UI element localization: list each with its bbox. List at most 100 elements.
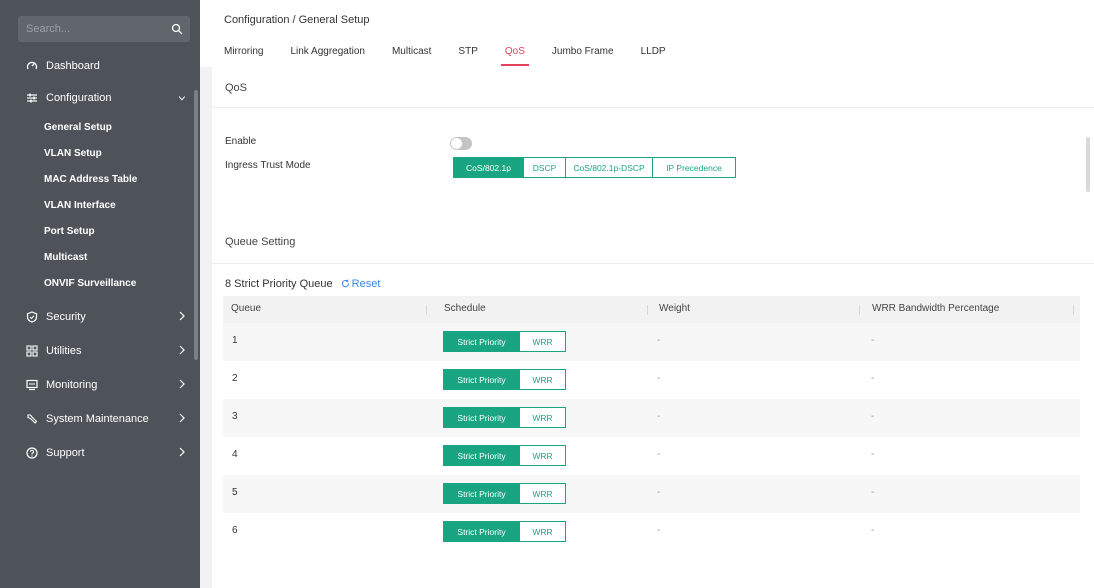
schedule-strict-priority[interactable]: Strict Priority — [443, 407, 520, 428]
sidebar-scrollbar[interactable] — [194, 90, 198, 360]
tab-lldp[interactable]: LLDP — [641, 46, 666, 66]
trust-mode-cos-dscp[interactable]: CoS/802.1p-DSCP — [565, 157, 653, 178]
sidebar-item-utilities[interactable]: Utilities — [0, 334, 200, 368]
table-header: Queue Schedule Weight WRR Bandwidth Perc… — [223, 296, 1080, 323]
column-header-queue: Queue — [231, 303, 262, 314]
schedule-strict-priority[interactable]: Strict Priority — [443, 331, 520, 352]
schedule-wrr[interactable]: WRR — [519, 369, 566, 390]
sidebar-item-support[interactable]: Support — [0, 436, 200, 470]
breadcrumb: Configuration / General Setup — [224, 14, 370, 26]
column-separator — [859, 305, 860, 315]
content-scrollbar[interactable] — [1086, 137, 1090, 192]
wrr-bandwidth-cell: - — [871, 335, 875, 346]
queue-cell: 6 — [232, 525, 238, 536]
trust-mode-ip-precedence[interactable]: IP Precedence — [652, 157, 736, 178]
tab-bar: Mirroring Link Aggregation Multicast STP… — [224, 46, 693, 66]
weight-cell: - — [657, 525, 661, 536]
search-input[interactable] — [18, 16, 190, 42]
sidebar-item-label: Support — [46, 447, 85, 459]
schedule-strict-priority[interactable]: Strict Priority — [443, 369, 520, 390]
schedule-wrr[interactable]: WRR — [519, 483, 566, 504]
weight-cell: - — [657, 373, 661, 384]
schedule-wrr[interactable]: WRR — [519, 521, 566, 542]
shield-icon — [26, 311, 38, 323]
enable-label: Enable — [225, 136, 257, 147]
schedule-strict-priority[interactable]: Strict Priority — [443, 521, 520, 542]
chevron-right-icon — [179, 447, 185, 457]
weight-cell: - — [657, 487, 661, 498]
schedule-selector: Strict Priority WRR — [443, 369, 566, 390]
tab-mirroring[interactable]: Mirroring — [224, 46, 263, 66]
schedule-wrr[interactable]: WRR — [519, 331, 566, 352]
trust-mode-cos[interactable]: CoS/802.1p — [453, 157, 524, 178]
schedule-strict-priority[interactable]: Strict Priority — [443, 445, 520, 466]
sidebar-subitem-onvif-surveillance[interactable]: ONVIF Surveillance — [0, 270, 200, 296]
weight-cell: - — [657, 449, 661, 460]
wrr-bandwidth-cell: - — [871, 411, 875, 422]
schedule-selector: Strict Priority WRR — [443, 483, 566, 504]
sidebar-subitem-vlan-setup[interactable]: VLAN Setup — [0, 140, 200, 166]
help-icon — [26, 447, 38, 459]
schedule-selector: Strict Priority WRR — [443, 407, 566, 428]
topbar: Configuration / General Setup Mirroring … — [200, 0, 1094, 67]
sidebar-subitem-mac-address-table[interactable]: MAC Address Table — [0, 166, 200, 192]
chevron-right-icon — [179, 311, 185, 321]
tab-qos[interactable]: QoS — [500, 46, 529, 66]
sidebar-item-label: System Maintenance — [46, 413, 149, 425]
tab-stp[interactable]: STP — [458, 46, 477, 66]
sidebar-item-label: Security — [46, 311, 86, 323]
trust-mode-selector: CoS/802.1p DSCP CoS/802.1p-DSCP IP Prece… — [453, 157, 736, 178]
divider — [212, 107, 1094, 108]
schedule-wrr[interactable]: WRR — [519, 445, 566, 466]
table-row: 6 Strict Priority WRR - - — [223, 513, 1080, 551]
sidebar-item-security[interactable]: Security — [0, 300, 200, 334]
tab-jumbo-frame[interactable]: Jumbo Frame — [552, 46, 614, 66]
tab-multicast[interactable]: Multicast — [392, 46, 431, 66]
table-row: 3 Strict Priority WRR - - — [223, 399, 1080, 437]
trust-mode-label: Ingress Trust Mode — [225, 160, 311, 171]
table-row: 5 Strict Priority WRR - - — [223, 475, 1080, 513]
sidebar-item-monitoring[interactable]: Monitoring — [0, 368, 200, 402]
reset-label: Reset — [351, 278, 381, 290]
sidebar-subitem-general-setup[interactable]: General Setup — [0, 114, 200, 140]
schedule-strict-priority[interactable]: Strict Priority — [443, 483, 520, 504]
refresh-icon — [341, 279, 349, 288]
monitor-icon — [26, 379, 38, 391]
enable-toggle[interactable] — [450, 137, 472, 150]
queue-cell: 5 — [232, 487, 238, 498]
schedule-selector: Strict Priority WRR — [443, 331, 566, 352]
wrr-bandwidth-cell: - — [871, 525, 875, 536]
sidebar-subitem-multicast[interactable]: Multicast — [0, 244, 200, 270]
chevron-right-icon — [179, 413, 185, 423]
chevron-down-icon — [178, 96, 186, 101]
queue-cell: 3 — [232, 411, 238, 422]
chevron-right-icon — [179, 379, 185, 389]
sidebar-subitem-vlan-interface[interactable]: VLAN Interface — [0, 192, 200, 218]
column-header-wrr-bandwidth: WRR Bandwidth Percentage — [872, 303, 1000, 314]
column-header-schedule: Schedule — [444, 303, 486, 314]
weight-cell: - — [657, 411, 661, 422]
sidebar-item-configuration[interactable]: Configuration — [0, 82, 200, 114]
schedule-wrr[interactable]: WRR — [519, 407, 566, 428]
wrr-bandwidth-cell: - — [871, 487, 875, 498]
sidebar-item-dashboard[interactable]: Dashboard — [0, 50, 200, 82]
wrr-bandwidth-cell: - — [871, 449, 875, 460]
wrr-bandwidth-cell: - — [871, 373, 875, 384]
reset-link[interactable]: Reset — [336, 278, 381, 290]
queue-cell: 2 — [232, 373, 238, 384]
divider — [212, 263, 1094, 264]
search-box[interactable] — [18, 16, 190, 42]
queue-cell: 4 — [232, 449, 238, 460]
schedule-selector: Strict Priority WRR — [443, 445, 566, 466]
search-icon[interactable] — [171, 23, 183, 35]
sidebar-subitem-port-setup[interactable]: Port Setup — [0, 218, 200, 244]
queue-table: Queue Schedule Weight WRR Bandwidth Perc… — [223, 296, 1080, 551]
trust-mode-dscp[interactable]: DSCP — [523, 157, 566, 178]
grid-icon — [26, 345, 38, 357]
sidebar-item-system-maintenance[interactable]: System Maintenance — [0, 402, 200, 436]
column-separator — [426, 305, 427, 315]
tab-link-aggregation[interactable]: Link Aggregation — [290, 46, 365, 66]
sidebar: Dashboard Configuration General Setup VL… — [0, 0, 200, 588]
sliders-icon — [26, 92, 38, 104]
wrench-icon — [26, 413, 38, 425]
